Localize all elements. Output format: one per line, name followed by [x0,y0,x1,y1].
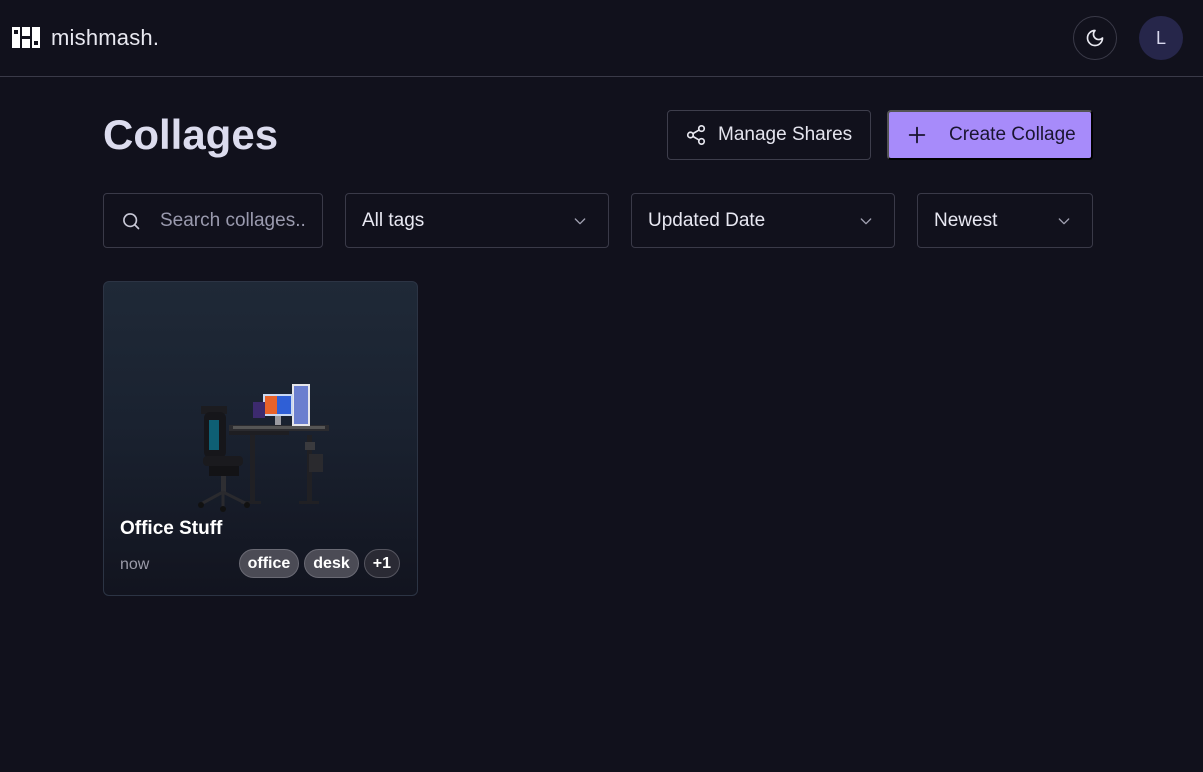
sort-order-select[interactable]: Newest [917,193,1093,248]
tag-badge[interactable]: desk [304,549,359,578]
plus-icon [906,124,928,146]
chevron-down-icon [1056,213,1072,229]
collage-card[interactable]: Office Stuff now office desk +1 [103,281,418,596]
sort-field-select[interactable]: Updated Date [631,193,895,248]
sort-field-value: Updated Date [648,209,766,231]
manage-shares-button[interactable]: Manage Shares [667,110,871,160]
chevron-down-icon [858,213,874,229]
page-title: Collages [103,111,279,158]
collage-tags: office desk +1 [238,549,400,578]
manage-shares-label: Manage Shares [718,124,853,145]
moon-icon [1086,29,1104,47]
chevron-down-icon [572,213,588,229]
collage-updated-time: now [120,556,150,573]
create-collage-button[interactable]: Create Collage [887,110,1093,160]
user-avatar[interactable]: L [1139,16,1183,60]
tags-filter-value: All tags [362,209,425,231]
share-icon [685,124,707,146]
search-box [103,193,323,248]
app-name[interactable]: mishmash. [51,25,159,51]
more-tags-badge[interactable]: +1 [363,549,400,578]
theme-toggle-button[interactable] [1073,16,1117,60]
sort-order-value: Newest [934,209,998,231]
tags-filter-select[interactable]: All tags [345,193,609,248]
top-navbar: mishmash. L [0,0,1203,77]
avatar-initial: L [1155,27,1166,48]
mishmash-logo-icon[interactable] [12,27,40,48]
search-input[interactable] [160,209,310,232]
search-icon [121,211,141,231]
tag-badge[interactable]: office [238,549,300,578]
collage-thumbnail [198,384,329,512]
collage-title: Office Stuff [120,518,223,539]
create-collage-label: Create Collage [949,124,1076,145]
